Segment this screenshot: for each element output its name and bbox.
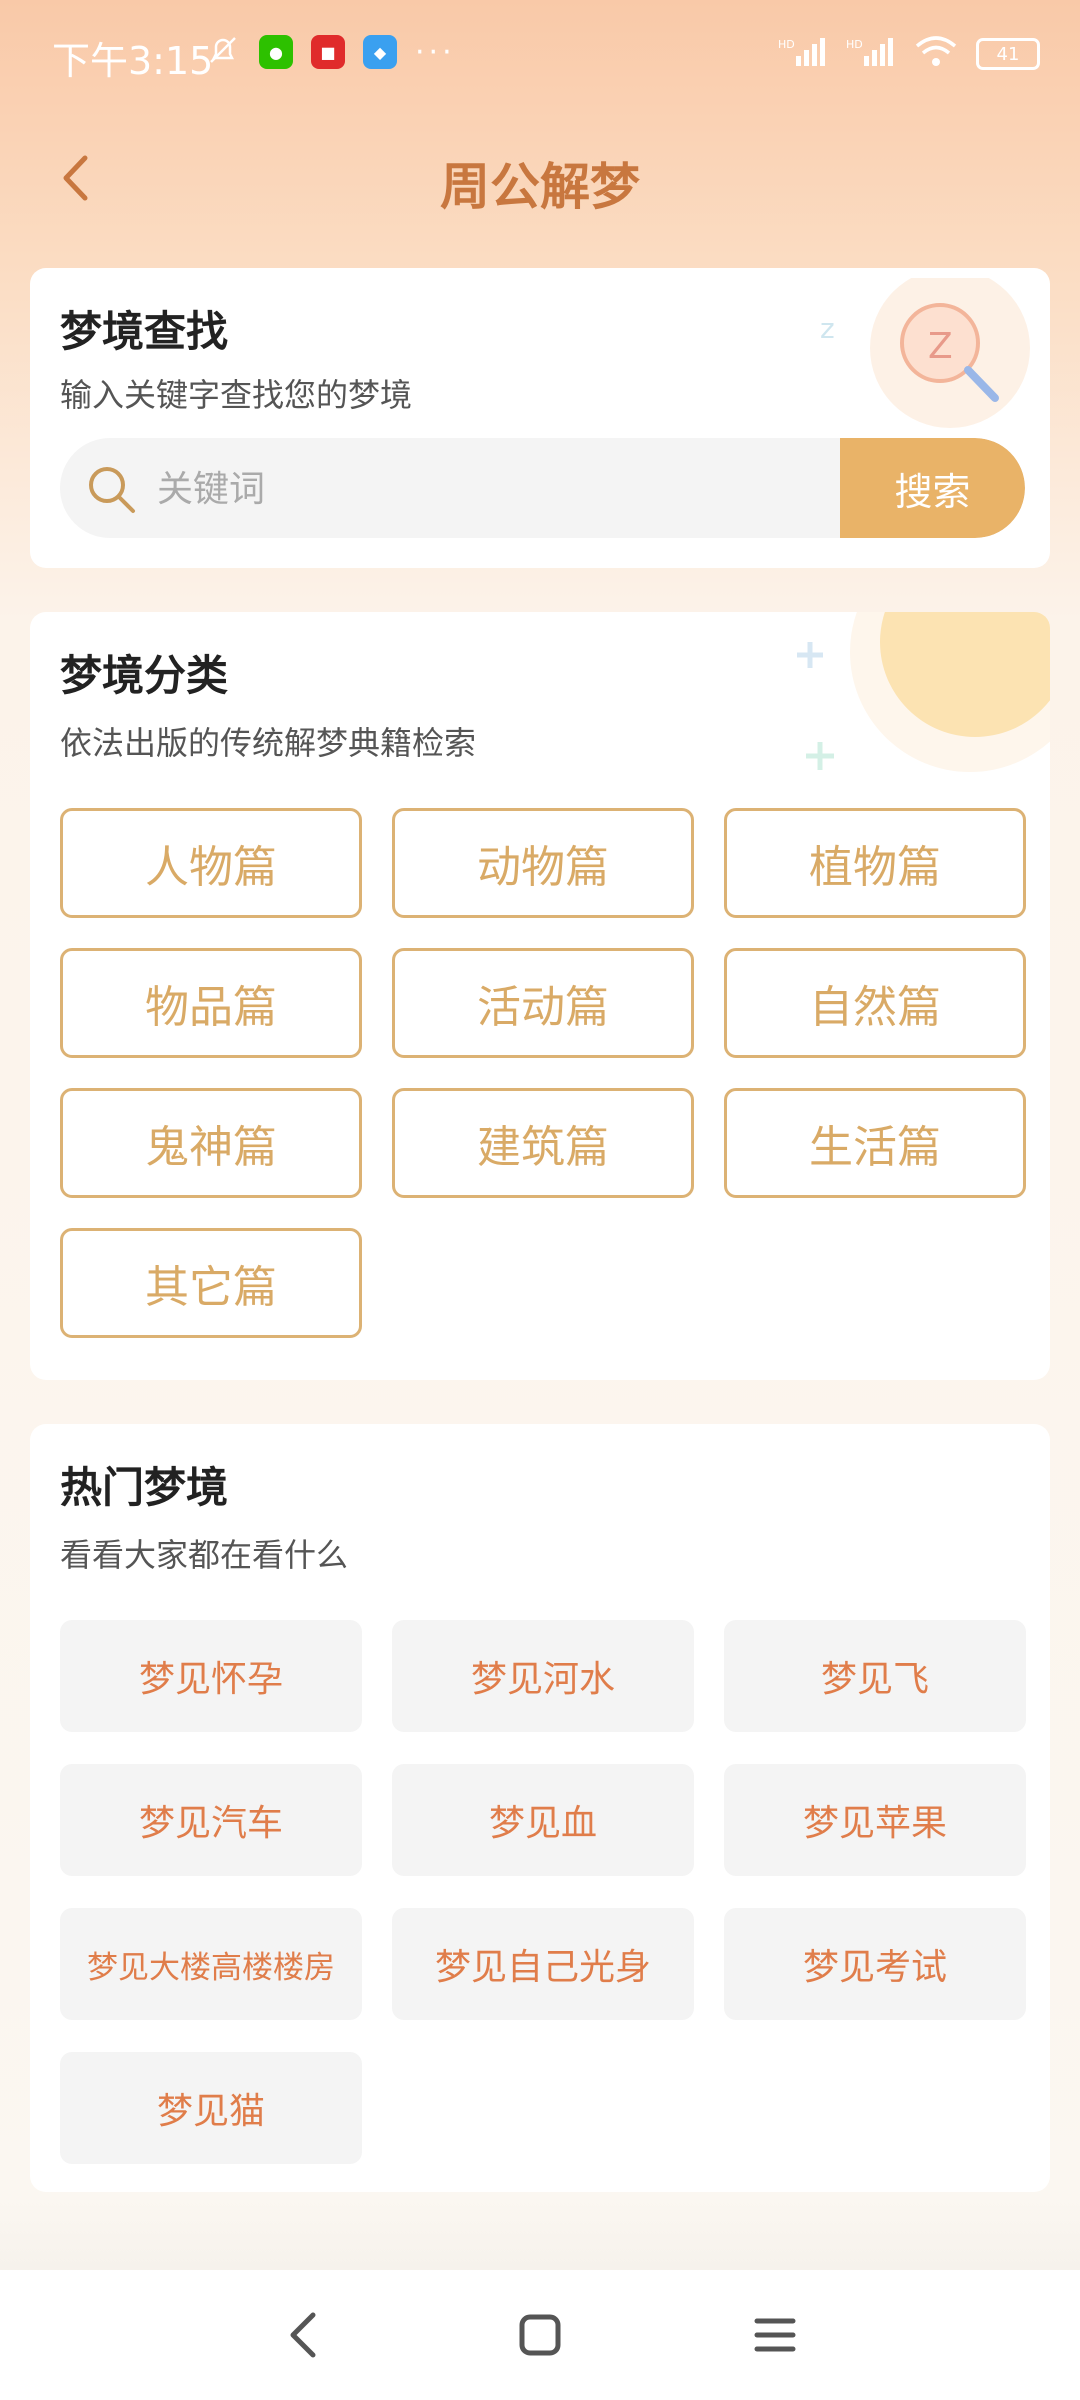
back-triangle-icon: [290, 2312, 316, 2358]
mute-bell-icon: [205, 32, 241, 72]
hot-card-subtitle: 看看大家都在看什么: [60, 1536, 349, 1574]
title-bar: 周公解梦: [0, 125, 1080, 235]
category-button[interactable]: 生活篇: [724, 1088, 1026, 1198]
hot-dream-item[interactable]: 梦见大楼高楼楼房: [60, 1908, 362, 2020]
wifi-icon: [914, 34, 958, 74]
category-button[interactable]: 其它篇: [60, 1228, 362, 1338]
hot-card-title: 热门梦境: [60, 1463, 229, 1512]
news-app-icon: ■: [311, 35, 345, 69]
hd-signal-icon: HD: [778, 34, 828, 74]
dream-magnifier-illustration: Z z: [820, 278, 1030, 428]
category-grid: 人物篇 动物篇 植物篇 物品篇 活动篇 自然篇 鬼神篇 建筑篇 生活篇 其它篇: [60, 808, 1026, 1338]
hot-dream-item[interactable]: 梦见考试: [724, 1908, 1026, 2020]
category-button[interactable]: 建筑篇: [392, 1088, 694, 1198]
category-card-subtitle: 依法出版的传统解梦典籍检索: [60, 724, 477, 762]
hot-dream-item[interactable]: 梦见血: [392, 1764, 694, 1876]
nav-home-button[interactable]: [505, 2305, 575, 2365]
page-title: 周公解梦: [440, 158, 640, 216]
wechat-icon: ●: [259, 35, 293, 69]
hot-dream-item[interactable]: 梦见自己光身: [392, 1908, 694, 2020]
search-card-title: 梦境查找: [60, 307, 229, 356]
battery-icon: 41: [976, 38, 1040, 70]
hot-dream-item[interactable]: 梦见汽车: [60, 1764, 362, 1876]
search-bar: 搜索: [60, 438, 1025, 538]
category-button[interactable]: 自然篇: [724, 948, 1026, 1058]
category-button[interactable]: 活动篇: [392, 948, 694, 1058]
category-card: 梦境分类 依法出版的传统解梦典籍检索 人物篇 动物篇 植物篇 物品篇 活动篇 自…: [30, 612, 1050, 1380]
svg-text:Z: Z: [928, 326, 953, 367]
nav-back-button[interactable]: [268, 2305, 338, 2365]
search-button[interactable]: 搜索: [840, 438, 1025, 538]
hot-dreams-grid: 梦见怀孕 梦见河水 梦见飞 梦见汽车 梦见血 梦见苹果 梦见大楼高楼楼房 梦见自…: [60, 1620, 1026, 2164]
hot-dream-item[interactable]: 梦见飞: [724, 1620, 1026, 1732]
svg-text:z: z: [820, 312, 835, 345]
hot-dream-item[interactable]: 梦见猫: [60, 2052, 362, 2164]
nav-menu-button[interactable]: [740, 2305, 810, 2365]
app-icon: ◆: [363, 35, 397, 69]
category-button[interactable]: 植物篇: [724, 808, 1026, 918]
hot-dream-item[interactable]: 梦见苹果: [724, 1764, 1026, 1876]
status-time: 下午3:15: [52, 39, 214, 83]
search-card-subtitle: 输入关键字查找您的梦境: [60, 376, 413, 414]
svg-text:HD: HD: [846, 38, 863, 51]
hd-signal-icon: HD: [846, 34, 896, 74]
more-dots-icon: ···: [415, 34, 456, 70]
home-square-icon: [519, 2314, 561, 2356]
search-card: Z z 梦境查找 输入关键字查找您的梦境 搜索: [30, 268, 1050, 568]
status-bar: 下午3:15 ● ■ ◆ ··· HD HD 41: [0, 0, 1080, 110]
svg-text:HD: HD: [778, 38, 795, 51]
menu-lines-icon: [754, 2318, 796, 2352]
category-button[interactable]: 物品篇: [60, 948, 362, 1058]
moon-illustration: [797, 612, 1050, 772]
battery-level: 41: [996, 43, 1020, 65]
hot-dream-item[interactable]: 梦见怀孕: [60, 1620, 362, 1732]
category-card-title: 梦境分类: [60, 651, 229, 700]
category-button[interactable]: 鬼神篇: [60, 1088, 362, 1198]
hot-dreams-card: 热门梦境 看看大家都在看什么 梦见怀孕 梦见河水 梦见飞 梦见汽车 梦见血 梦见…: [30, 1424, 1050, 2192]
category-button[interactable]: 人物篇: [60, 808, 362, 918]
search-icon: [89, 467, 135, 513]
system-nav-bar: [0, 2270, 1080, 2400]
category-button[interactable]: 动物篇: [392, 808, 694, 918]
notification-icons: ● ■ ◆ ···: [205, 32, 456, 72]
hot-dream-item[interactable]: 梦见河水: [392, 1620, 694, 1732]
system-status-icons: HD HD 41: [778, 34, 1040, 74]
search-input[interactable]: [155, 438, 759, 538]
